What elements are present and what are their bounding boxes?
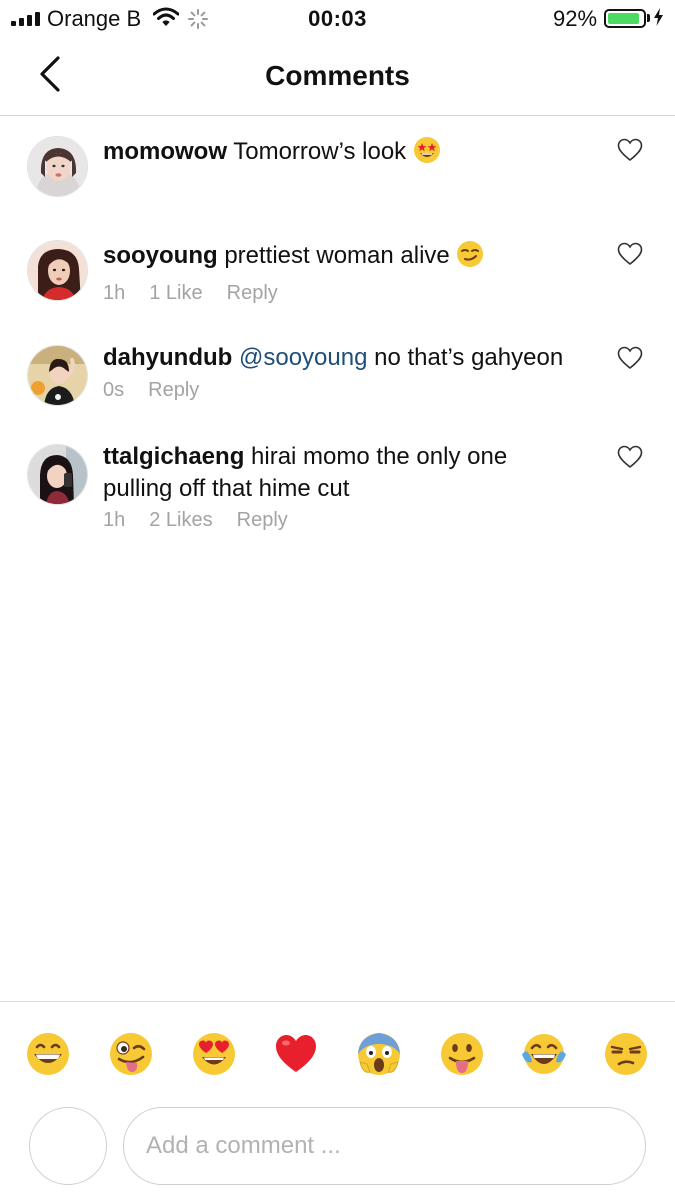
comment-username[interactable]: sooyoung [103,242,218,269]
like-heart-icon[interactable] [617,242,643,266]
like-heart-icon[interactable] [617,445,643,469]
comment-like-count[interactable]: 1 Like [149,282,202,305]
comment-timestamp: 0s [103,379,125,401]
screaming-emoji-icon[interactable] [357,1032,401,1076]
grinning-emoji-icon[interactable] [26,1032,70,1076]
charging-bolt-icon [654,8,663,26]
comment-body: hirai momo the only one [251,443,508,470]
avatar[interactable] [27,444,88,505]
battery-percentage: 92% [553,6,598,31]
avatar[interactable] [27,240,88,301]
comment-body-line-2: pulling off that hime cut [103,475,350,502]
reply-button[interactable]: Reply [237,509,288,532]
tears-of-joy-emoji-icon[interactable] [522,1032,566,1076]
like-heart-icon[interactable] [617,346,643,370]
comment-text: dahyundub @sooyoung no that’s gahyeon [103,342,603,374]
comment-meta: 1h 1 Like Reply [103,282,278,305]
comment-mention-link[interactable]: @sooyoung [239,344,367,371]
comment-meta: 0s Reply [103,379,199,402]
comment-username[interactable]: ttalgichaeng [103,443,244,470]
battery-nub [647,14,650,22]
comment-username[interactable]: momowow [103,138,227,165]
winking-tongue-emoji-icon[interactable] [109,1032,153,1076]
comment-body: prettiest woman alive [224,242,450,269]
comment-timestamp: 1h [103,282,126,304]
reply-button[interactable]: Reply [148,379,199,402]
comment-text: momowow Tomorrow’s look [103,136,603,168]
comment-input[interactable] [123,1107,646,1185]
smirk-emoji-icon [457,241,484,267]
avatar[interactable] [27,345,88,406]
comment-body: no that’s gahyeon [374,344,564,371]
battery-icon [604,9,646,28]
avatar[interactable] [27,136,88,197]
comment-username[interactable]: dahyundub [103,344,232,371]
like-heart-icon[interactable] [617,138,643,162]
red-heart-emoji-icon[interactable] [274,1032,318,1076]
current-user-avatar [29,1107,107,1185]
tongue-out-emoji-icon[interactable] [440,1032,484,1076]
comment-body: Tomorrow’s look [233,138,407,165]
battery-level-fill [608,13,640,24]
status-bar: Orange B 00:03 92% [0,0,675,38]
page-title: Comments [265,60,410,91]
comment-text: sooyoung prettiest woman alive [103,240,603,272]
comment-text: ttalgichaeng hirai momo the only one pul… [103,441,603,505]
reply-button[interactable]: Reply [227,282,278,305]
heart-eyes-emoji-icon[interactable] [192,1032,236,1076]
emoji-quick-bar [0,1001,675,1101]
comment-timestamp: 1h [103,509,126,531]
unamused-emoji-icon[interactable] [604,1032,648,1076]
comment-like-count[interactable]: 2 Likes [149,509,212,532]
comment-meta: 1h 2 Likes Reply [103,509,288,532]
navigation-bar: Comments [0,38,675,116]
star-struck-emoji-icon [413,137,440,163]
